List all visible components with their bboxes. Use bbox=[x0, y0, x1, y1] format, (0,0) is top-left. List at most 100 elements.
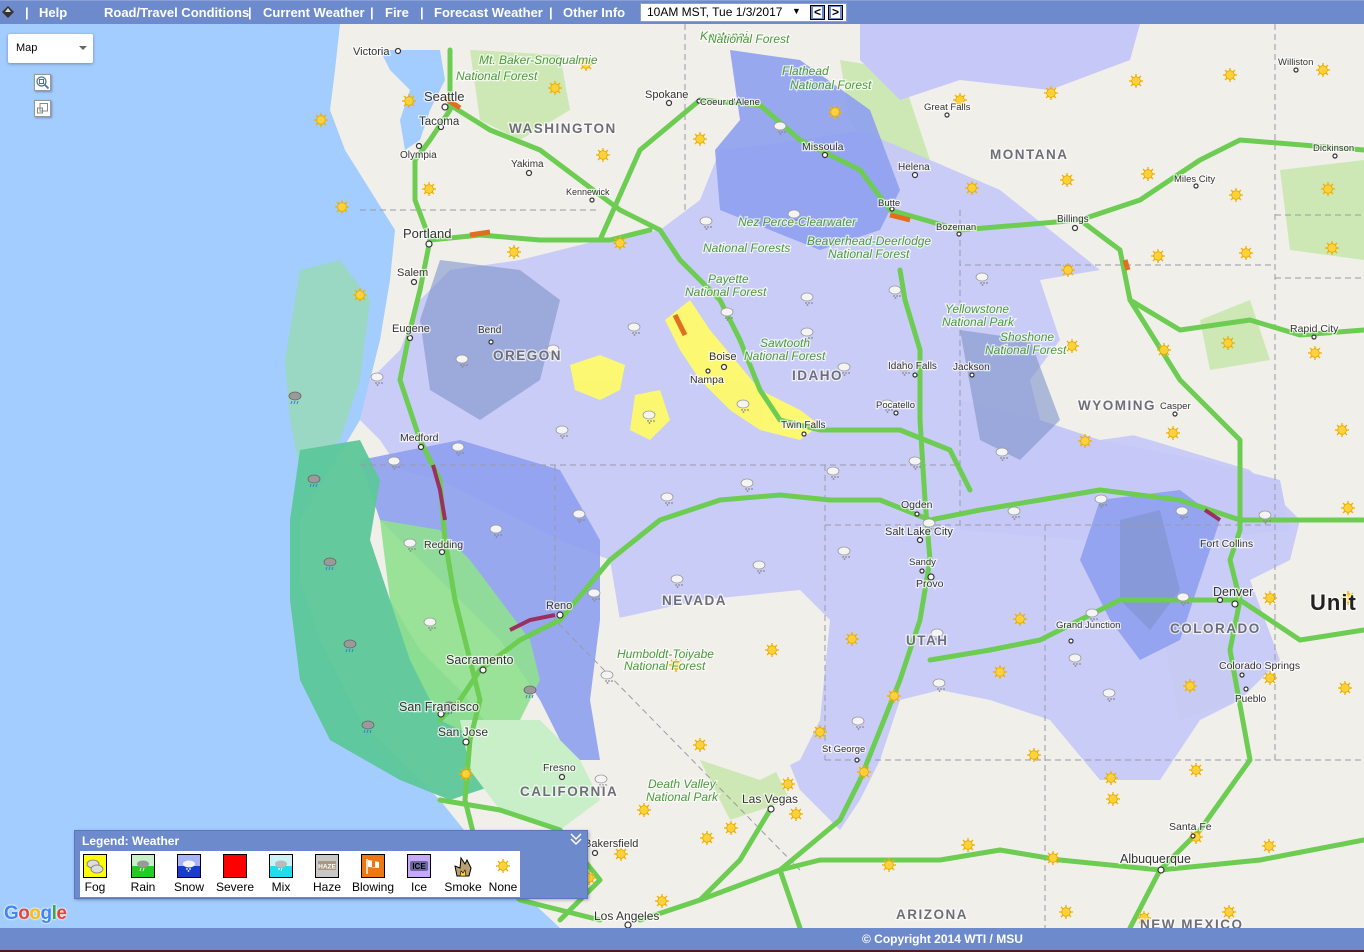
double-chevron-down-icon[interactable] bbox=[567, 832, 585, 850]
sun-icon bbox=[1188, 762, 1204, 778]
city-label: Idaho Falls bbox=[888, 361, 937, 372]
sun-icon bbox=[1238, 245, 1254, 261]
dropdown-arrow-icon: ▼ bbox=[792, 6, 801, 16]
city-label: Ogden bbox=[901, 499, 933, 511]
blowing-icon bbox=[361, 854, 385, 878]
city-label: Coeur d'Alene bbox=[700, 97, 760, 108]
park-label: Beaverhead-Deerlodge bbox=[807, 234, 931, 248]
legend-items: Fog Rain Snow Severe Mix HAZE Haze Blowi… bbox=[80, 851, 520, 897]
legend-item-rain: Rain bbox=[120, 854, 166, 894]
google-logo-letter: o bbox=[29, 903, 41, 924]
state-label: MONTANA bbox=[990, 147, 1069, 162]
zoom-extent-button[interactable] bbox=[34, 100, 51, 117]
sun-icon bbox=[1156, 342, 1172, 358]
nav-separator: | bbox=[549, 5, 553, 20]
mix-icon bbox=[269, 854, 293, 878]
rain-icon bbox=[131, 854, 155, 878]
weather-map[interactable]: WASHINGTON OREGON IDAHO MONTANA WYOMING NEVAD… bbox=[0, 24, 1364, 928]
city-label: Helena bbox=[898, 162, 930, 173]
park-label: National Forest bbox=[744, 349, 826, 363]
city-label: Grand Junction bbox=[1056, 620, 1120, 631]
city-label: Butte bbox=[878, 198, 900, 209]
google-logo[interactable]: Google bbox=[4, 903, 67, 925]
sun-icon bbox=[1320, 181, 1336, 197]
sun-icon bbox=[1182, 678, 1198, 694]
sun-icon bbox=[612, 235, 628, 251]
sun-icon bbox=[1307, 345, 1323, 361]
map-canvas[interactable]: WASHINGTON OREGON IDAHO MONTANA WYOMING NEVAD… bbox=[0, 24, 1364, 928]
sun-icon bbox=[1261, 838, 1277, 854]
legend-label: Haze bbox=[312, 880, 341, 894]
time-select[interactable]: 10AM MST, Tue 1/3/2017 ▼ < > bbox=[640, 3, 847, 22]
park-label: National Forest bbox=[985, 343, 1067, 357]
nav-separator: | bbox=[25, 5, 29, 20]
legend-item-none: None bbox=[480, 854, 526, 894]
nav-current-weather[interactable]: Current Weather bbox=[263, 5, 365, 20]
chevron-down-icon bbox=[79, 46, 87, 50]
city-label: Missoula bbox=[802, 141, 844, 153]
city-label: Kennewick bbox=[566, 187, 610, 197]
haze-badge: HAZE bbox=[318, 864, 336, 871]
legend-label: Fog bbox=[84, 880, 106, 894]
city-label: San Jose bbox=[438, 725, 488, 739]
park-label: Yellowstone bbox=[945, 302, 1009, 316]
city-label: Salt Lake City bbox=[885, 526, 953, 538]
google-logo-letter: o bbox=[18, 903, 30, 924]
sun-icon bbox=[334, 199, 350, 215]
city-label: Denver bbox=[1213, 585, 1253, 599]
sun-icon bbox=[1060, 262, 1076, 278]
nav-fire[interactable]: Fire bbox=[385, 5, 409, 20]
zoom-box-icon bbox=[36, 76, 50, 90]
city-label: Portland bbox=[403, 226, 451, 241]
mountain-diamond-icon[interactable] bbox=[1, 5, 15, 19]
nav-separator: | bbox=[420, 5, 424, 20]
country-label: Unit bbox=[1310, 590, 1357, 615]
park-label: National Forest bbox=[624, 659, 706, 673]
sun-icon bbox=[1228, 187, 1244, 203]
sun-icon bbox=[506, 244, 522, 260]
park-label: Payette bbox=[708, 272, 749, 286]
park-label: Death Valley bbox=[648, 777, 717, 791]
city-label: Bend bbox=[478, 325, 501, 336]
legend-label: Blowing bbox=[351, 880, 395, 894]
weather-legend: Legend: Weather Fog Rain Snow Severe Mix… bbox=[74, 830, 588, 899]
haze-icon: HAZE bbox=[315, 854, 339, 878]
sun-icon bbox=[1043, 85, 1059, 101]
sun-icon bbox=[1026, 747, 1042, 763]
map-type-select[interactable]: Map bbox=[8, 34, 93, 63]
park-label: National Forest bbox=[790, 78, 872, 92]
sun-icon bbox=[1045, 850, 1061, 866]
next-time-label: > bbox=[831, 5, 840, 19]
google-logo-letter: g bbox=[40, 903, 53, 924]
park-label: Nez Perce-Clearwater bbox=[738, 215, 857, 229]
nav-other-info[interactable]: Other Info bbox=[563, 5, 625, 20]
city-label: Olympia bbox=[400, 150, 437, 161]
city-label: Colorado Springs bbox=[1219, 660, 1300, 672]
ice-badge: ICE bbox=[412, 862, 426, 871]
city-label: Spokane bbox=[645, 89, 688, 101]
sun-icon bbox=[881, 857, 897, 873]
city-label: Twin Falls bbox=[781, 420, 825, 431]
nav-help[interactable]: Help bbox=[39, 5, 67, 20]
copyright-text: © Copyright 2014 WTI / MSU bbox=[862, 932, 1023, 946]
sun-icon bbox=[401, 93, 417, 109]
sun-icon bbox=[1077, 433, 1093, 449]
snow-icon bbox=[177, 854, 201, 878]
sun-icon bbox=[313, 112, 329, 128]
state-label: COLORADO bbox=[1170, 621, 1261, 636]
google-logo-letter: e bbox=[56, 903, 67, 924]
city-label: Las Vegas bbox=[742, 792, 798, 806]
city-label: Yakima bbox=[511, 159, 544, 170]
sun-icon bbox=[595, 147, 611, 163]
zoom-box-button[interactable] bbox=[34, 74, 51, 91]
next-time-button[interactable]: > bbox=[828, 5, 843, 20]
city-label: Provo bbox=[916, 578, 944, 590]
sun-icon bbox=[692, 131, 708, 147]
nav-forecast-weather[interactable]: Forecast Weather bbox=[434, 5, 543, 20]
city-label: Great Falls bbox=[924, 102, 971, 113]
legend-item-mix: Mix bbox=[258, 854, 304, 894]
nav-road-travel-conditions[interactable]: Road/Travel Conditions bbox=[104, 5, 249, 20]
city-label: Pueblo bbox=[1235, 694, 1267, 705]
prev-time-button[interactable]: < bbox=[810, 5, 825, 20]
city-label: Jackson bbox=[953, 362, 990, 373]
